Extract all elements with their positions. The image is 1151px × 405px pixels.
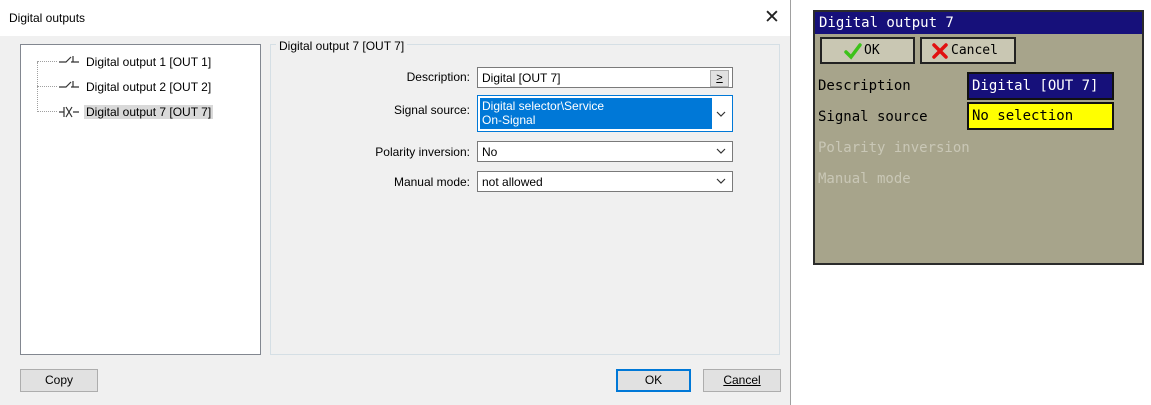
settings-group — [270, 44, 780, 355]
manual-mode-select[interactable]: not allowed — [477, 171, 733, 192]
signal-source-value-line2: On-Signal — [482, 113, 536, 127]
signal-source-value-line1: Digital selector\Service — [482, 99, 605, 113]
description-label: Description: — [406, 70, 470, 84]
description-field[interactable]: Digital [OUT 7] > — [477, 67, 733, 88]
chevron-down-icon[interactable] — [715, 145, 727, 157]
digital-outputs-dialog: Digital outputs ✕ Digital output 1 [OUT … — [0, 0, 791, 405]
panel-signal-source-value[interactable]: No selection — [967, 102, 1114, 130]
panel-polarity-inversion-label: Polarity inversion — [818, 140, 970, 156]
tree-item-label: Digital output 7 [OUT 7] — [84, 105, 214, 119]
tree-item-out7[interactable]: Digital output 7 [OUT 7] — [37, 103, 257, 121]
tree-item-label: Digital output 2 [OUT 2] — [86, 80, 212, 94]
output-tree[interactable]: Digital output 1 [OUT 1] Digital output … — [20, 44, 261, 355]
panel-manual-mode-label: Manual mode — [818, 171, 911, 187]
manual-mode-value: not allowed — [482, 175, 543, 189]
dialog-title: Digital outputs — [9, 11, 86, 25]
polarity-inversion-value: No — [482, 145, 498, 159]
cross-icon — [932, 43, 948, 59]
panel-ok-button[interactable]: OK — [820, 37, 915, 64]
device-panel: Digital output 7 OK Cancel Description D… — [813, 10, 1144, 265]
panel-description-value[interactable]: Digital [OUT 7] — [967, 72, 1114, 100]
panel-signal-source-label: Signal source — [818, 109, 928, 125]
cancel-button[interactable]: Cancel — [703, 369, 781, 392]
panel-cancel-label: Cancel — [951, 43, 998, 58]
checkmark-icon — [844, 43, 862, 60]
chevron-down-icon[interactable] — [715, 175, 727, 187]
signal-source-select[interactable]: Digital selector\Service On-Signal — [477, 95, 733, 132]
polarity-inversion-select[interactable]: No — [477, 141, 733, 162]
tree-item-out2[interactable]: Digital output 2 [OUT 2] — [37, 78, 257, 96]
copy-button[interactable]: Copy — [20, 369, 98, 392]
cancel-button-label: Cancel — [723, 373, 761, 387]
signal-source-label: Signal source: — [393, 103, 470, 117]
tree-item-out1[interactable]: Digital output 1 [OUT 1] — [37, 53, 257, 71]
ok-button[interactable]: OK — [616, 369, 691, 392]
panel-title: Digital output 7 — [815, 12, 1142, 34]
close-icon[interactable]: ✕ — [760, 6, 784, 30]
panel-ok-label: OK — [864, 43, 880, 58]
switch-inverted-icon — [59, 106, 79, 118]
browse-button[interactable]: > — [710, 70, 729, 87]
title-bar: Digital outputs ✕ — [0, 0, 790, 36]
tree-item-label: Digital output 1 [OUT 1] — [86, 55, 212, 69]
panel-description-label: Description — [818, 78, 911, 94]
description-value: Digital [OUT 7] — [482, 71, 561, 85]
switch-open-icon — [59, 81, 79, 88]
group-title: Digital output 7 [OUT 7] — [276, 39, 408, 53]
manual-mode-label: Manual mode: — [393, 175, 470, 189]
polarity-inversion-label: Polarity inversion: — [375, 145, 470, 159]
chevron-down-icon[interactable] — [715, 108, 727, 120]
panel-cancel-button[interactable]: Cancel — [920, 37, 1016, 64]
switch-open-icon — [59, 56, 79, 63]
